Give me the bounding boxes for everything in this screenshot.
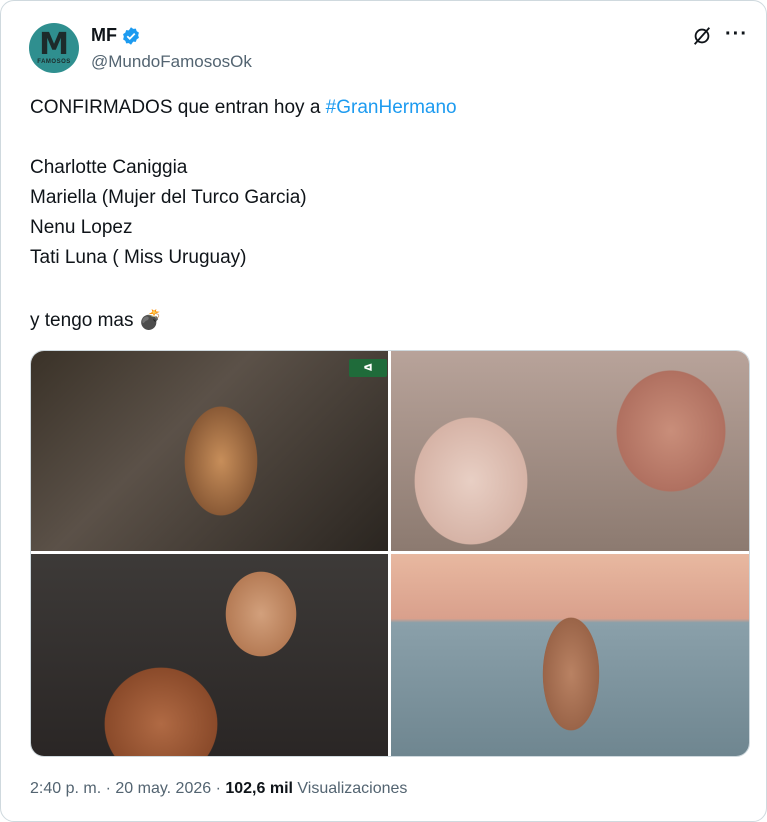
author-name-row[interactable]: MF xyxy=(91,25,141,46)
author-display-name[interactable]: MF xyxy=(91,25,117,46)
avatar-subtext: FAMOSOS xyxy=(37,59,71,65)
verified-badge-icon xyxy=(123,26,139,45)
tweet-name-4: Tati Luna ( Miss Uruguay) xyxy=(30,247,247,268)
media-photo-2[interactable] xyxy=(391,351,749,551)
more-icon[interactable]: ··· xyxy=(725,23,748,46)
views-label: Visualizaciones xyxy=(297,780,408,797)
tweet-card: M FAMOSOS MF @MundoFamososOk ··· CONFIRM… xyxy=(0,0,767,822)
tweet-name-3: Nenu Lopez xyxy=(30,217,133,238)
tweet-time[interactable]: 2:40 p. m. xyxy=(30,780,101,797)
media-photo-4[interactable] xyxy=(391,554,749,756)
tweet-name-1: Charlotte Caniggia xyxy=(30,157,188,178)
media-grid: ᐊ xyxy=(30,350,750,757)
media-photo-3[interactable] xyxy=(31,554,388,756)
grok-icon[interactable] xyxy=(691,25,713,47)
avatar[interactable]: M FAMOSOS xyxy=(29,23,79,73)
tweet-meta: 2:40 p. m. · 20 may. 2026 · 102,6 mil Vi… xyxy=(30,780,407,798)
avatar-letter: M xyxy=(39,27,69,62)
tweet-date[interactable]: 20 may. 2026 xyxy=(115,780,211,797)
media-photo-1[interactable]: ᐊ xyxy=(31,351,388,551)
meta-separator-2: · xyxy=(211,780,226,797)
tweet-text-prefix: CONFIRMADOS que entran hoy a xyxy=(30,97,326,118)
tweet-closing-text: y tengo mas xyxy=(30,310,134,331)
tweet-name-2: Mariella (Mujer del Turco Garcia) xyxy=(30,187,307,208)
hashtag-link[interactable]: #GranHermano xyxy=(326,97,457,118)
meta-separator-1: · xyxy=(101,780,116,797)
views-count: 102,6 mil xyxy=(225,780,293,797)
author-handle[interactable]: @MundoFamososOk xyxy=(91,52,252,72)
exit-sign: ᐊ xyxy=(349,359,387,377)
tweet-closing: y tengo mas 💣 xyxy=(30,306,162,336)
bomb-icon: 💣 xyxy=(138,310,163,331)
tweet-line-1: CONFIRMADOS que entran hoy a #GranHerman… xyxy=(30,93,457,123)
